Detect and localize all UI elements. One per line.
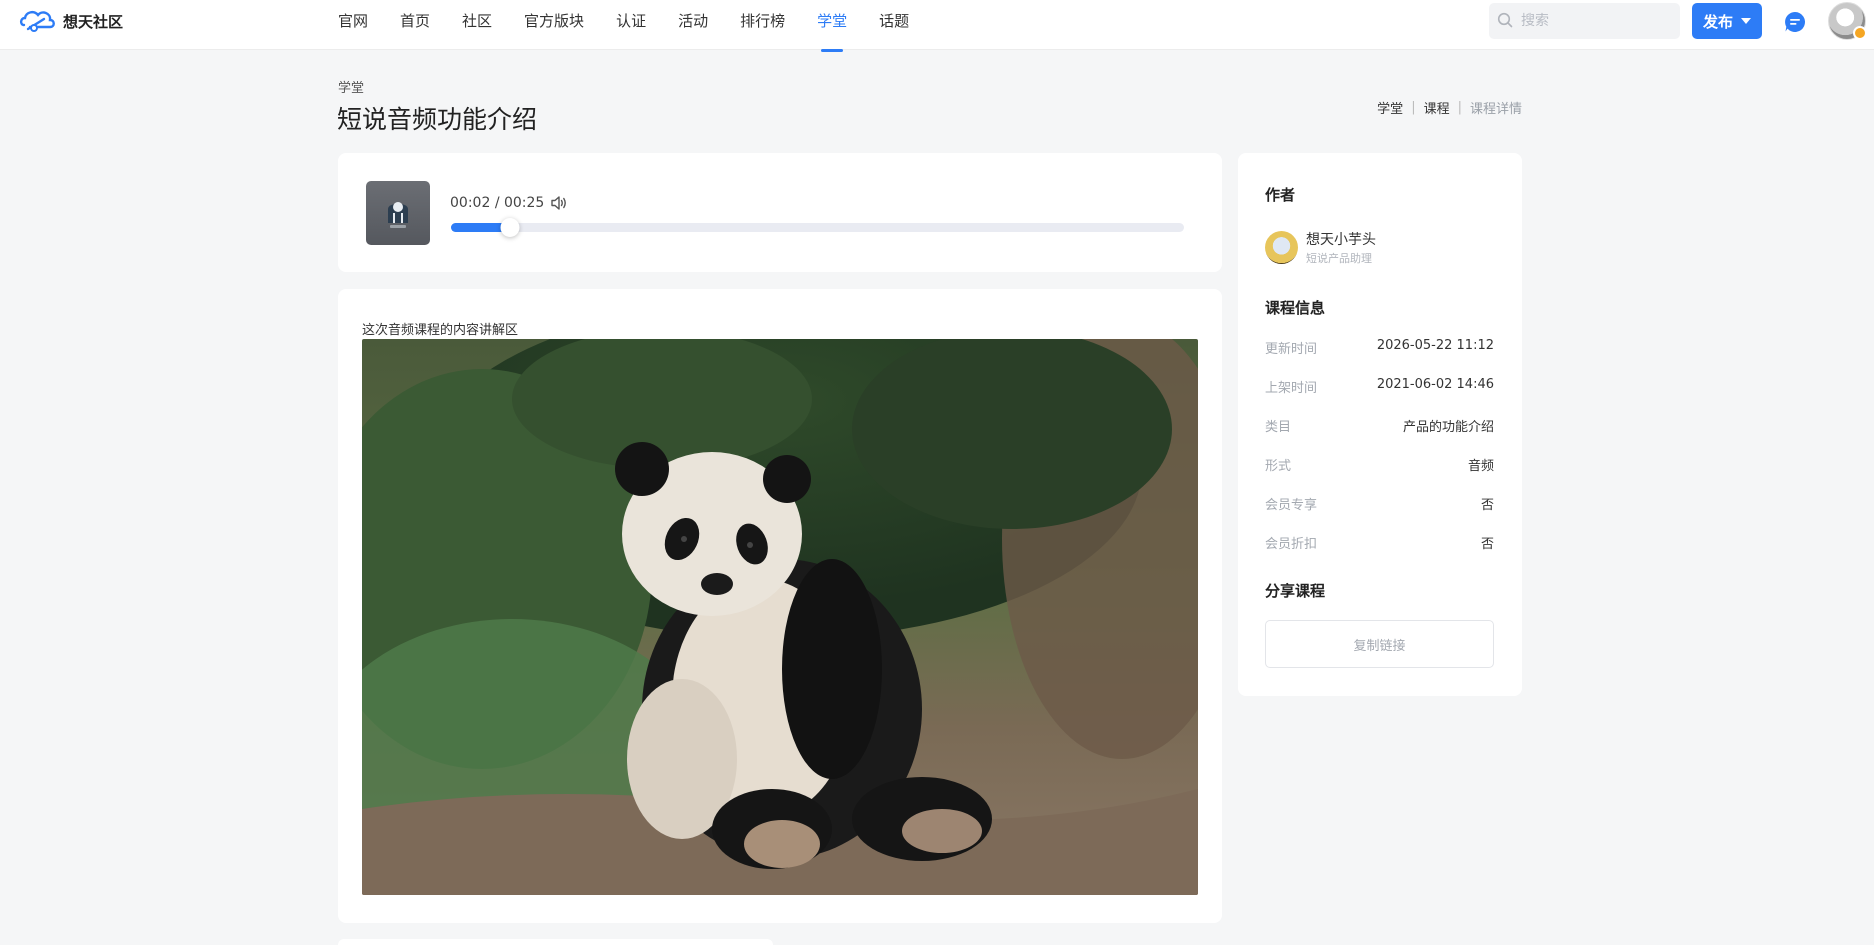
info-row-member-discount: 会员折扣 否 — [1265, 533, 1494, 552]
section-label: 学堂 — [338, 81, 365, 96]
search-input[interactable] — [1489, 3, 1680, 39]
nav-item-leaderboard[interactable]: 排行榜 — [740, 0, 785, 50]
info-key: 会员专享 — [1265, 498, 1318, 513]
info-row-member-exclusive: 会员专享 否 — [1265, 494, 1494, 513]
volume-icon[interactable] — [550, 194, 568, 212]
nav-item-topics[interactable]: 话题 — [879, 0, 909, 50]
audio-player: 00:02 / 00:25 — [338, 153, 1222, 272]
progress-bar[interactable] — [451, 218, 1184, 237]
info-value: 2021-06-02 14:46 — [1376, 377, 1494, 392]
info-key: 形式 — [1265, 459, 1292, 474]
time-separator: / — [494, 195, 500, 211]
duration: 00:25 — [503, 195, 545, 211]
search-icon — [1497, 12, 1513, 28]
breadcrumb-courses[interactable]: 课程 — [1424, 98, 1450, 117]
badge-icon — [1853, 26, 1867, 40]
nav-item-official-site[interactable]: 官网 — [338, 0, 368, 50]
page-title: 短说音频功能介绍 — [337, 105, 538, 134]
nav-item-events[interactable]: 活动 — [678, 0, 708, 50]
info-value: 否 — [1480, 537, 1494, 552]
info-value: 否 — [1480, 498, 1494, 513]
course-content: 这次音频课程的内容讲解区 — [338, 289, 1222, 923]
info-value: 音频 — [1467, 459, 1494, 474]
progress-handle[interactable] — [500, 218, 520, 237]
info-value: 2026-05-22 11:12 — [1376, 338, 1494, 353]
author-avatar[interactable] — [1265, 231, 1298, 264]
course-info-heading: 课程信息 — [1265, 299, 1326, 317]
info-key: 更新时间 — [1265, 342, 1318, 357]
breadcrumb-course-detail: 课程详情 — [1469, 102, 1522, 117]
breadcrumb-academy[interactable]: 学堂 — [1377, 98, 1403, 117]
playback-time: 00:02 / 00:25 — [450, 195, 544, 211]
nav-item-academy[interactable]: 学堂 — [817, 0, 847, 50]
info-value: 产品的功能介绍 — [1402, 420, 1494, 435]
panda-photo — [362, 339, 1198, 895]
author-heading: 作者 — [1265, 186, 1296, 204]
nav-item-community[interactable]: 社区 — [462, 0, 492, 50]
info-key: 会员折扣 — [1265, 537, 1318, 552]
copy-link-button[interactable]: 复制链接 — [1265, 620, 1494, 668]
info-key: 上架时间 — [1265, 381, 1318, 396]
nav-item-certification[interactable]: 认证 — [616, 0, 646, 50]
breadcrumb: 学堂 | 课程 | 课程详情 — [1377, 98, 1522, 117]
search-box[interactable] — [1489, 3, 1680, 39]
info-row-format: 形式 音频 — [1265, 455, 1494, 474]
cover-logo-icon — [388, 202, 408, 228]
info-row-updated: 更新时间 2026-05-22 11:12 — [1265, 338, 1494, 357]
content-intro-text: 这次音频课程的内容讲解区 — [362, 323, 519, 338]
message-icon[interactable] — [1783, 10, 1807, 34]
nav-item-official-boards[interactable]: 官方版块 — [524, 0, 584, 50]
publish-label: 发布 — [1702, 12, 1733, 31]
info-row-category: 类目 产品的功能介绍 — [1265, 416, 1494, 435]
breadcrumb-separator: | — [1411, 100, 1416, 115]
breadcrumb-separator: | — [1457, 100, 1462, 115]
info-row-published: 上架时间 2021-06-02 14:46 — [1265, 377, 1494, 396]
main-nav: 官网 首页 社区 官方版块 认证 活动 排行榜 学堂 话题 — [338, 0, 941, 50]
current-time: 00:02 — [450, 195, 491, 211]
author-role: 短说产品助理 — [1306, 252, 1372, 265]
brand-name[interactable]: 想天社区 — [63, 11, 123, 32]
share-heading: 分享课程 — [1265, 582, 1326, 600]
publish-button[interactable]: 发布 — [1692, 3, 1762, 39]
audio-cover — [366, 181, 430, 245]
nav-item-home[interactable]: 首页 — [400, 0, 430, 50]
chevron-down-icon — [1741, 18, 1751, 24]
course-sidebar: 作者 想天小芋头 短说产品助理 课程信息 更新时间 2026-05-22 11:… — [1238, 153, 1522, 696]
info-key: 类目 — [1265, 420, 1292, 435]
top-navbar: 想天社区 官网 首页 社区 官方版块 认证 活动 排行榜 学堂 话题 发布 — [0, 0, 1874, 50]
logo-icon[interactable] — [18, 5, 60, 35]
next-card-edge — [338, 939, 773, 945]
author-name[interactable]: 想天小芋头 — [1306, 229, 1376, 249]
